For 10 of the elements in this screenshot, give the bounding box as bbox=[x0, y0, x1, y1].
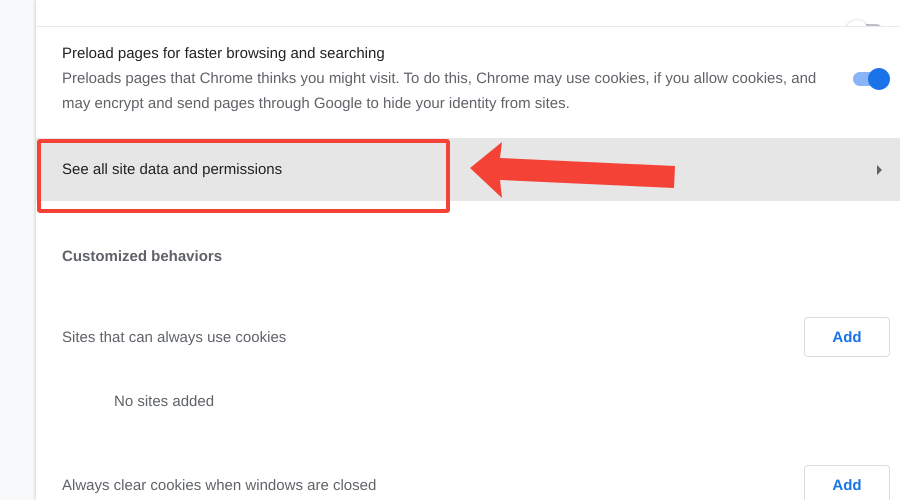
add-button[interactable]: Add bbox=[804, 317, 890, 357]
add-button[interactable]: Add bbox=[804, 465, 890, 500]
link-label: See all site data and permissions bbox=[62, 160, 282, 180]
empty-message: No sites added bbox=[113, 392, 216, 412]
setting-title: Preload pages for faster browsing and searching bbox=[62, 44, 386, 64]
caret-icon bbox=[877, 164, 882, 174]
list-label: Sites that can always use cookies bbox=[62, 328, 286, 346]
list-label: Always clear cookies when windows are closed bbox=[62, 476, 376, 494]
setting-description: Preloads pages that Chrome thinks you might visit. To do this, Chrome may use cookies, if you allow cookies, and may encrypt and send pages through Google to hide your identity from sites. bbox=[62, 69, 818, 114]
section-heading: Customized behaviors bbox=[61, 247, 224, 267]
